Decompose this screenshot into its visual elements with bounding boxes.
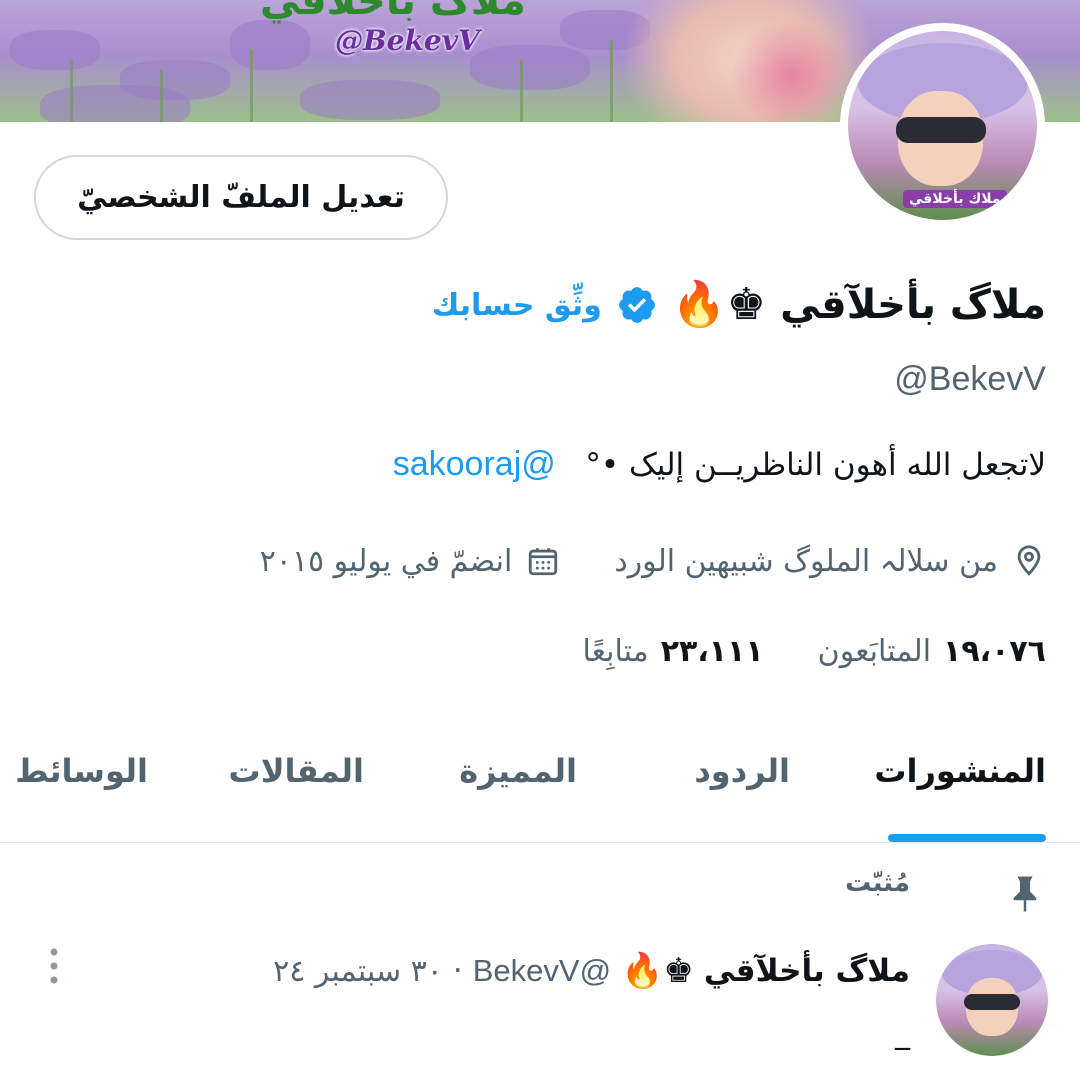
tab-articles[interactable]: المقالات (229, 752, 364, 790)
verify-account-link[interactable]: وثِّق حسابك (432, 288, 602, 323)
tabs-divider (0, 842, 1080, 843)
tweet-name-emoji: ♚🔥 (621, 951, 694, 991)
tweet-author-handle[interactable]: @BekevV (473, 953, 611, 989)
tab-posts[interactable]: المنشورات (874, 752, 1046, 790)
profile-page: ملاگ بأخلاقي @BekevV ملاك بأخلاقي تعديل … (0, 0, 1080, 1080)
following-label[interactable]: المتابَعون (818, 634, 931, 669)
profile-handle: @BekevV (894, 360, 1046, 398)
profile-stats: ١٩،٠٧٦ المتابَعون ٢٣،١١١ متابِعًا (582, 626, 1046, 676)
tweet-avatar[interactable] (936, 944, 1048, 1056)
tweet-header: ملاگ بأخلآقي ♚🔥 @BekevV · ٣٠ سبتمبر ٢٤ (273, 946, 910, 996)
pinned-label: مُثبّت (845, 868, 910, 898)
bio-text: لاتجعل الله أهون الناظريــن إليک •° (585, 447, 1046, 483)
profile-name-row: ملاگ بأخلآقي ♚🔥 وثِّق حسابك (432, 272, 1046, 338)
following-count[interactable]: ١٩،٠٧٦ (943, 634, 1046, 669)
profile-joined-date: انضمّ في يوليو ٢٠١٥ (259, 543, 513, 579)
verified-badge-icon[interactable] (616, 284, 658, 326)
banner-title: ملاگ بأخلاقي (260, 0, 526, 24)
tweet-timestamp[interactable]: ٣٠ سبتمبر ٢٤ (273, 954, 443, 989)
followers-count[interactable]: ٢٣،١١١ (661, 634, 764, 669)
more-options-icon[interactable] (44, 946, 64, 986)
followers-label[interactable]: متابِعًا (582, 634, 648, 669)
tab-media[interactable]: الوسائط (15, 752, 148, 790)
profile-location: من سلالہ الملوگ شبيهين الورد (614, 543, 998, 579)
calendar-icon (529, 548, 558, 576)
profile-bio: لاتجعل الله أهون الناظريــن إليک •° @sak… (393, 445, 1046, 484)
edit-profile-button[interactable]: تعديل الملفّ الشخصيّ (34, 155, 448, 240)
display-name: ملاگ بأخلآقي (780, 282, 1046, 328)
bio-mention-link[interactable]: @sakooraj (393, 445, 556, 483)
name-emoji: ♚🔥 (671, 279, 767, 330)
profile-tabs: المنشورات الردود المميزة المقالات الوسائ… (0, 730, 1080, 842)
tweet-text: _ (895, 1016, 910, 1051)
pin-icon (1013, 876, 1037, 912)
tweet-author-name[interactable]: ملاگ بأخلآقي (704, 953, 910, 989)
avatar-caption: ملاك بأخلاقي (903, 190, 1007, 208)
active-tab-indicator (888, 834, 1046, 842)
tweet-separator: · (452, 953, 463, 989)
banner-handle: @BekevV (335, 24, 480, 57)
tab-replies[interactable]: الردود (694, 752, 790, 790)
location-pin-icon (1017, 545, 1041, 576)
profile-meta: من سلالہ الملوگ شبيهين الورد انضمّ في يو… (260, 536, 1046, 586)
tab-highlights[interactable]: المميزة (459, 752, 577, 790)
profile-avatar[interactable]: ملاك بأخلاقي (840, 23, 1045, 228)
